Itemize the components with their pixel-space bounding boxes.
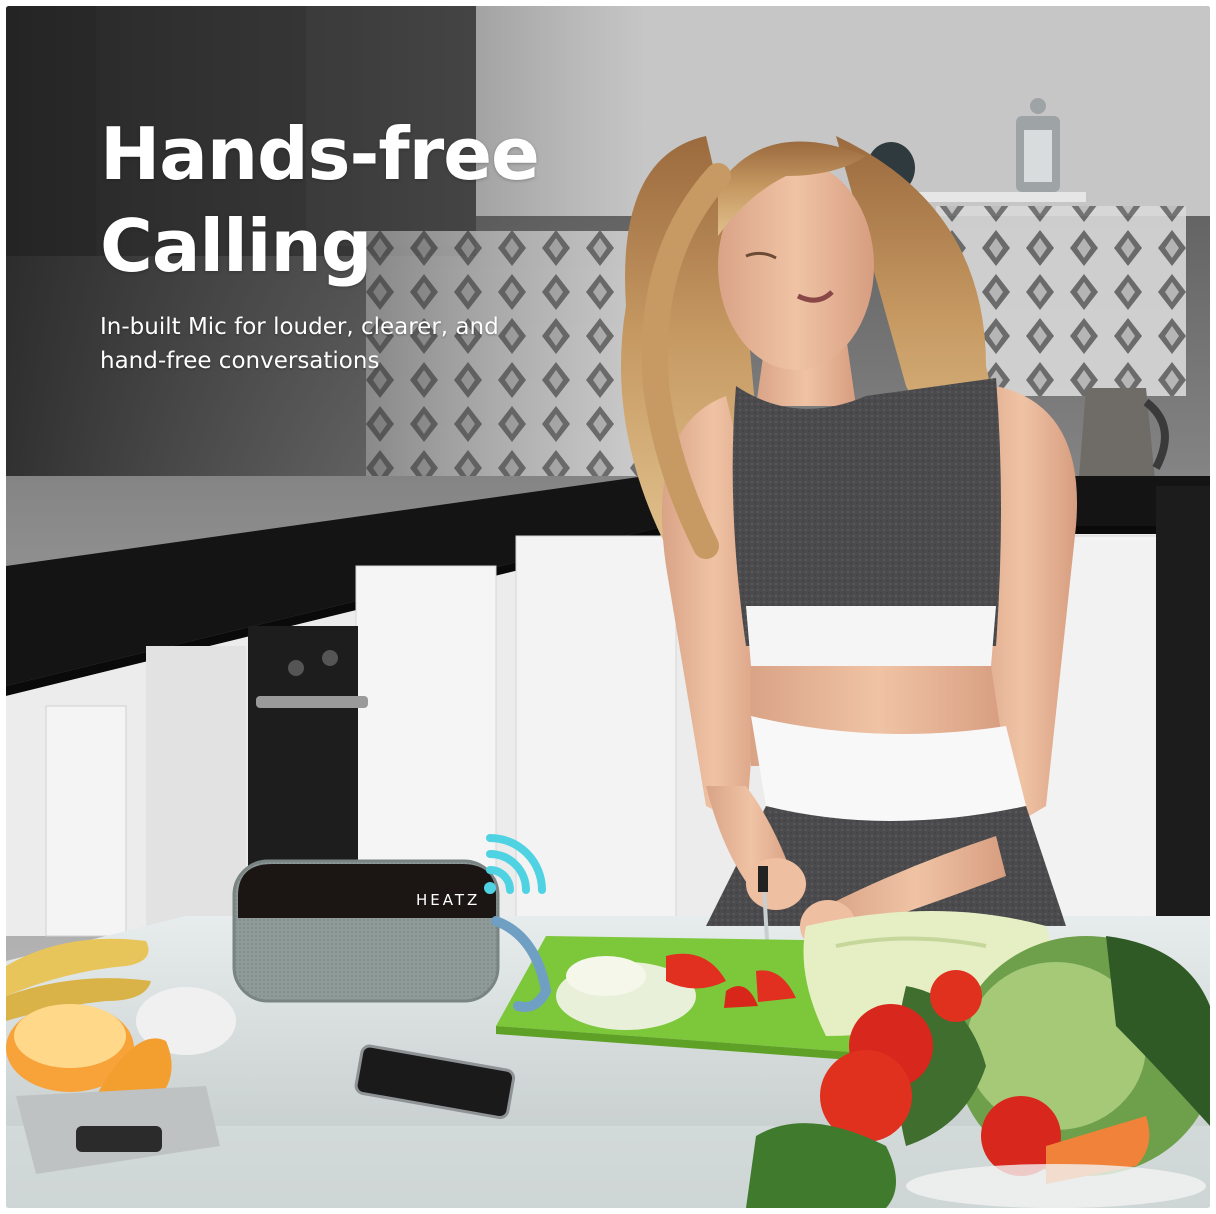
subtitle: In-built Mic for louder, clearer, and ha…: [100, 310, 560, 378]
product-banner: HEATZ Hands-free Calling In-built Mic fo…: [6, 6, 1210, 1208]
subtitle-line-1: In-built Mic for louder, clearer, and: [100, 314, 499, 340]
subtitle-line-2: hand-free conversations: [100, 348, 380, 374]
headline-line-2: Calling: [100, 204, 372, 288]
headline: Hands-free Calling: [100, 108, 540, 292]
headline-line-1: Hands-free: [100, 112, 540, 196]
wifi-waves-icon: [484, 834, 546, 894]
